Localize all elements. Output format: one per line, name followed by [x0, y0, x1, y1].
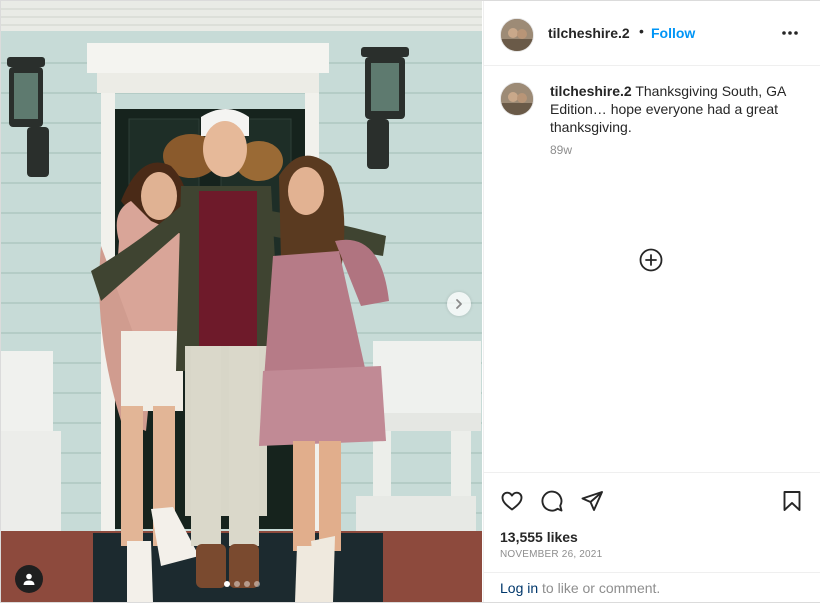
chevron-right-icon: [456, 299, 462, 309]
post-username[interactable]: tilcheshire.2: [548, 25, 630, 41]
post-date[interactable]: NOVEMBER 26, 2021: [500, 549, 602, 560]
plus-circle-icon: [639, 248, 663, 272]
carousel-next-button[interactable]: [447, 292, 471, 316]
tagged-users-button[interactable]: [15, 565, 43, 593]
carousel-indicator: [1, 581, 482, 587]
avatar[interactable]: [500, 18, 534, 52]
post-header: tilcheshire.2 • Follow: [484, 1, 820, 66]
load-more-comments-button[interactable]: [639, 248, 663, 272]
login-prompt-text: to like or comment.: [538, 580, 661, 596]
paper-plane-icon: [581, 491, 603, 511]
caption-body: tilcheshire.2 Thanksgiving South, GA Edi…: [550, 82, 804, 136]
carousel-dot: [223, 581, 230, 587]
comment-icon: [541, 490, 563, 512]
carousel-dot: [243, 581, 250, 587]
photo-illustration: [1, 1, 482, 602]
caption-username[interactable]: tilcheshire.2: [550, 83, 632, 99]
carousel-dot: [233, 581, 240, 587]
share-button[interactable]: [580, 489, 604, 513]
post-actions-bar: [484, 472, 820, 533]
post-photo[interactable]: [1, 1, 482, 602]
more-horizontal-icon: [782, 31, 798, 35]
more-options-button[interactable]: [780, 23, 800, 43]
separator-dot: •: [639, 23, 644, 39]
heart-icon: [501, 491, 523, 511]
comment-button[interactable]: [540, 489, 564, 513]
bookmark-icon: [783, 491, 801, 511]
carousel-dot: [253, 581, 260, 587]
post-modal: tilcheshire.2 • Follow tilcheshire.2 Tha…: [0, 0, 820, 603]
login-link[interactable]: Log in: [500, 580, 538, 596]
save-button[interactable]: [780, 489, 804, 513]
avatar-image: [501, 19, 533, 51]
likes-count[interactable]: 13,555 likes: [500, 529, 578, 545]
follow-button[interactable]: Follow: [651, 25, 695, 41]
caption-timestamp[interactable]: 89w: [550, 143, 572, 157]
post-side-panel: tilcheshire.2 • Follow tilcheshire.2 Tha…: [483, 1, 820, 602]
like-button[interactable]: [500, 489, 524, 513]
avatar[interactable]: [500, 82, 534, 116]
login-prompt: Log in to like or comment.: [484, 572, 820, 603]
avatar-image: [501, 83, 533, 115]
